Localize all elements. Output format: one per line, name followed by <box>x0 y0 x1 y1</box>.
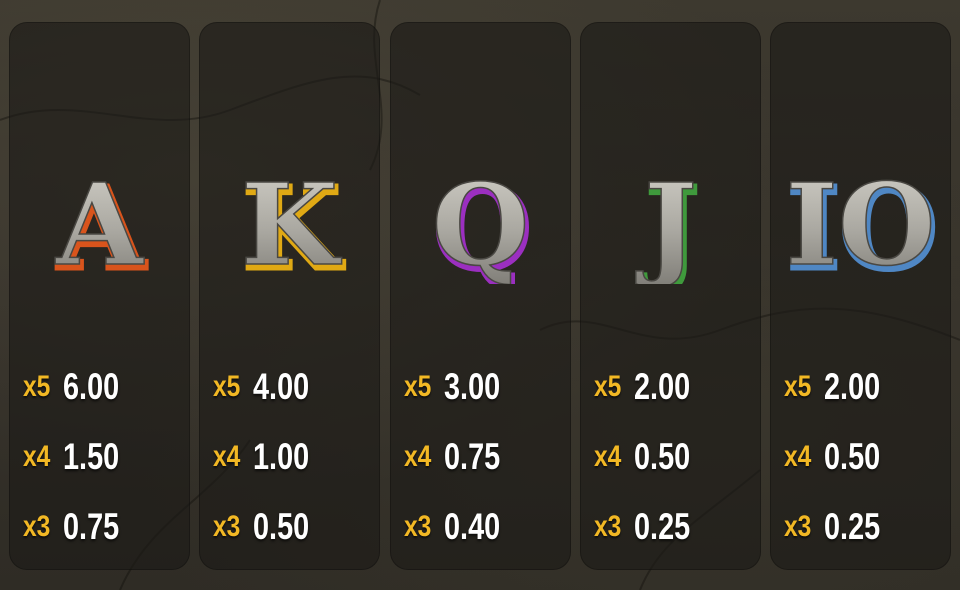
payout-value: 2.00 <box>824 366 881 407</box>
payout-list: x5 2.00 x4 0.50 x3 0.25 <box>594 352 754 562</box>
ten-icon: IO IO <box>770 114 951 284</box>
symbol-panel-ace: AA x5 6.00 x4 1.50 x3 0.75 <box>9 22 190 570</box>
payout-row: x5 6.00 <box>23 352 183 422</box>
letter-a-icon-face: A <box>55 160 145 284</box>
payout-value: 0.75 <box>63 506 120 547</box>
multiplier-label: x3 <box>403 510 431 543</box>
payout-row: x4 0.50 <box>594 422 754 492</box>
multiplier-label: x3 <box>23 510 51 543</box>
symbol-panel-queen: QQ x5 3.00 x4 0.75 x3 0.40 <box>389 22 571 570</box>
multiplier-label: x5 <box>213 370 241 403</box>
multiplier-label: x4 <box>784 440 812 473</box>
letter-a-icon: AA <box>9 114 190 284</box>
paytable: AA x5 6.00 x4 1.50 x3 0.75 KK x5 4.00 x4… <box>9 22 951 570</box>
payout-row: x3 0.50 <box>213 492 373 562</box>
payout-value: 6.00 <box>63 366 120 407</box>
payout-value: 2.00 <box>633 366 690 407</box>
payout-row: x4 0.75 <box>404 422 564 492</box>
payout-list: x5 3.00 x4 0.75 x3 0.40 <box>404 352 564 562</box>
payout-value: 0.40 <box>443 506 500 547</box>
letter-q-icon: QQ <box>390 114 571 284</box>
multiplier-label: x5 <box>23 370 51 403</box>
multiplier-label: x3 <box>784 510 812 543</box>
payout-list: x5 4.00 x4 1.00 x3 0.50 <box>213 352 373 562</box>
multiplier-label: x3 <box>213 510 241 543</box>
payout-value: 0.25 <box>824 506 881 547</box>
letter-j-icon-face: J <box>635 160 697 284</box>
letter-j-icon: JJ <box>580 114 761 284</box>
letter-a-icon-graphic: AA <box>54 159 149 284</box>
payout-row: x3 0.25 <box>594 492 754 562</box>
payout-row: x3 0.25 <box>784 492 944 562</box>
payout-value: 0.75 <box>443 436 500 477</box>
letter-q-icon-face: Q <box>431 160 529 284</box>
payout-row: x5 3.00 <box>404 352 564 422</box>
payout-value: 3.00 <box>443 366 500 407</box>
payout-row: x5 4.00 <box>213 352 373 422</box>
letter-k-icon-graphic: KK <box>240 159 346 284</box>
letter-k-icon-face: K <box>241 160 342 284</box>
letter-k-icon: KK <box>199 114 380 284</box>
multiplier-label: x4 <box>23 440 51 473</box>
payout-row: x4 1.00 <box>213 422 373 492</box>
payout-value: 1.00 <box>253 436 310 477</box>
multiplier-label: x5 <box>593 370 622 403</box>
symbol-panel-jack: JJ x5 2.00 x4 0.50 x3 0.25 <box>579 22 761 570</box>
payout-value: 0.50 <box>633 436 690 477</box>
symbol-panel-king: KK x5 4.00 x4 1.00 x3 0.50 <box>199 22 381 570</box>
payout-row: x4 0.50 <box>784 422 944 492</box>
multiplier-label: x4 <box>593 440 622 473</box>
multiplier-label: x3 <box>593 510 622 543</box>
payout-value: 1.50 <box>63 436 120 477</box>
multiplier-label: x4 <box>403 440 431 473</box>
letter-j-icon-graphic: JJ <box>634 159 701 284</box>
symbol-panel-ten: IO IO x5 2.00 x4 0.50 x3 0.25 <box>770 22 951 570</box>
payout-row: x5 2.00 <box>784 352 944 422</box>
payout-value: 0.50 <box>253 506 310 547</box>
payout-row: x4 1.50 <box>23 422 183 492</box>
payout-value: 4.00 <box>253 366 310 407</box>
payout-row: x5 2.00 <box>594 352 754 422</box>
payout-row: x3 0.75 <box>23 492 183 562</box>
letter-q-icon-graphic: QQ <box>430 159 533 284</box>
multiplier-label: x4 <box>213 440 241 473</box>
payout-list: x5 2.00 x4 0.50 x3 0.25 <box>784 352 944 562</box>
multiplier-label: x5 <box>784 370 812 403</box>
payout-list: x5 6.00 x4 1.50 x3 0.75 <box>23 352 183 562</box>
ten-icon-face: IO <box>786 160 936 284</box>
payout-row: x3 0.40 <box>404 492 564 562</box>
multiplier-label: x5 <box>403 370 431 403</box>
ten-icon-graphic: IOIO <box>785 159 940 284</box>
payout-value: 0.25 <box>633 506 690 547</box>
payout-value: 0.50 <box>824 436 881 477</box>
